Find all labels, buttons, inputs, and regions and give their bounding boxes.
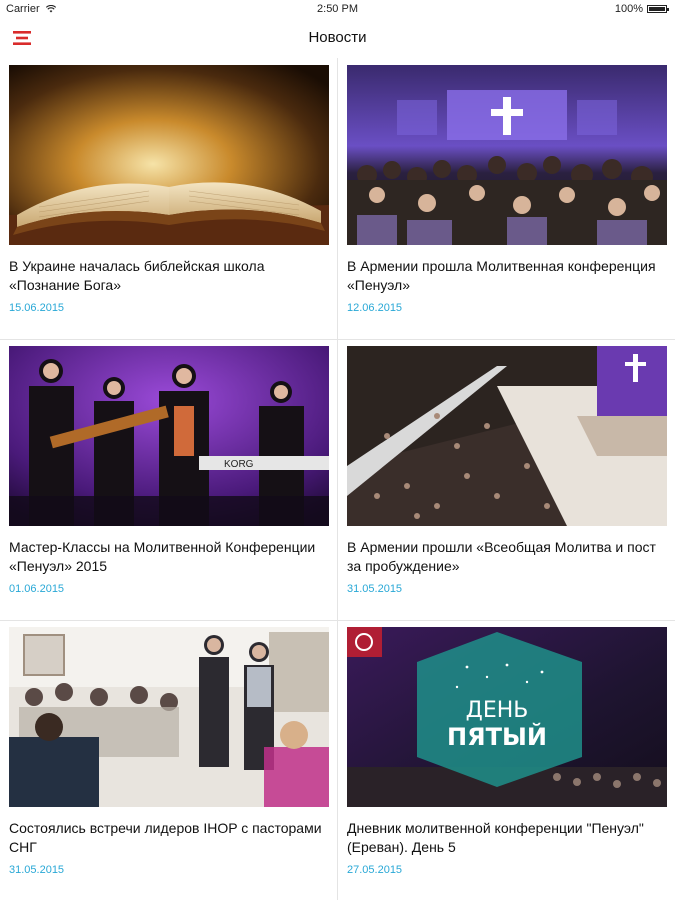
article-image-conference: [347, 65, 667, 245]
status-time: 2:50 PM: [317, 3, 358, 15]
navigation-bar: Новости: [0, 20, 675, 58]
news-card[interactable]: В Армении прошла Молитвенная конференция…: [347, 65, 667, 314]
article-title: Мастер-Классы на Молитвенной Конференции…: [9, 539, 316, 574]
news-card[interactable]: В Армении прошли «Всеобщая Молитва и пос…: [347, 346, 667, 595]
article-date: 31.05.2015: [9, 864, 65, 876]
battery-percent: 100%: [614, 3, 643, 15]
article-image-arena: [347, 346, 667, 526]
overlay-day-line1: ДЕНЬ: [466, 698, 529, 723]
article-date: 01.06.2015: [9, 583, 65, 595]
article-image-meeting: [9, 627, 329, 807]
article-date: 15.06.2015: [9, 302, 65, 314]
row-divider: [0, 339, 675, 340]
column-divider: [337, 58, 338, 900]
article-title: В Украине началась библейская школа «Поз…: [9, 258, 265, 293]
overlay-day-line2: ПЯТЫЙ: [447, 722, 547, 751]
article-date: 12.06.2015: [347, 302, 403, 314]
row-divider: [0, 620, 675, 621]
news-card[interactable]: В Украине началась библейская школа «Поз…: [9, 65, 329, 314]
article-image-bible: [9, 65, 329, 245]
article-title: Состоялись встречи лидеров IHOP с пастор…: [9, 820, 322, 855]
article-title: Дневник молитвенной конференции "Пенуэл"…: [347, 820, 644, 855]
battery-status: 100%: [614, 3, 669, 15]
page-title: Новости: [308, 29, 367, 46]
article-image-band: KORG: [9, 346, 329, 526]
news-card[interactable]: ДЕНЬ ПЯТЫЙ Дневник молитвенной конференц…: [347, 627, 667, 876]
article-image-day-five: ДЕНЬ ПЯТЫЙ: [347, 627, 667, 807]
status-bar: Carrier 2:50 PM 100%: [0, 0, 675, 20]
battery-icon: [647, 5, 669, 13]
article-date: 27.05.2015: [347, 864, 403, 876]
article-title: В Армении прошла Молитвенная конференция…: [347, 258, 656, 293]
news-card[interactable]: KORG Мастер-Классы на Молитвенной Конфер…: [9, 346, 329, 595]
svg-text:KORG: KORG: [224, 459, 254, 470]
article-title: В Армении прошли «Всеобщая Молитва и пос…: [347, 539, 656, 574]
news-card[interactable]: Состоялись встречи лидеров IHOP с пастор…: [9, 627, 329, 876]
article-date: 31.05.2015: [347, 583, 403, 595]
